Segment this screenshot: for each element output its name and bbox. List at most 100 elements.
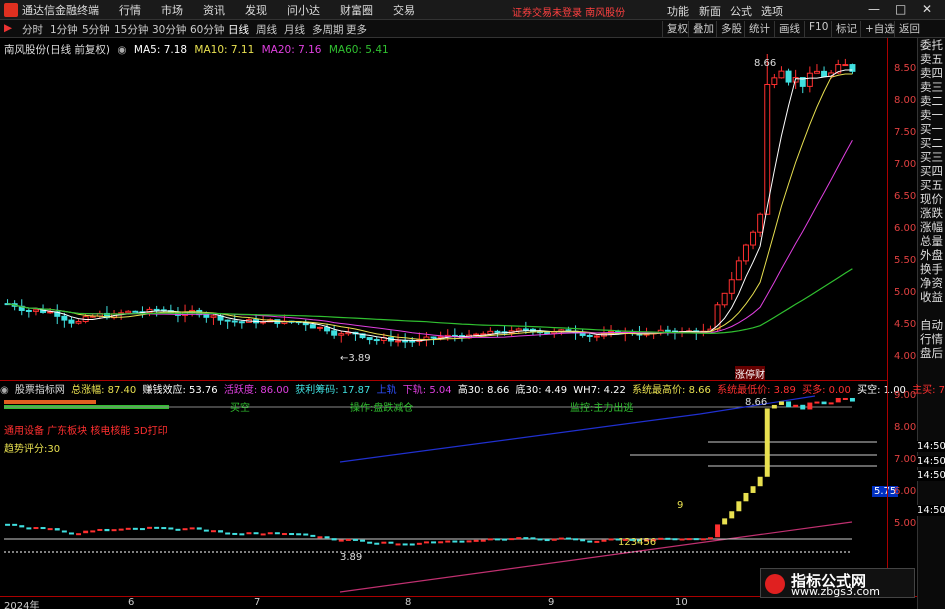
indicator-bar	[736, 501, 742, 512]
indicator-bar	[466, 540, 472, 543]
indicator-bar	[502, 538, 508, 541]
tab-monthly[interactable]: 月线	[284, 22, 305, 37]
candle-body	[231, 320, 238, 323]
side-tab[interactable]: 涨跌	[918, 206, 945, 220]
side-tab[interactable]: 卖三	[918, 80, 945, 94]
indicator-bar	[239, 533, 245, 536]
indicator-bar	[139, 528, 145, 531]
indicator-bar	[19, 525, 25, 528]
indicator-bar	[665, 537, 671, 540]
side-tab[interactable]: 净资	[918, 276, 945, 290]
tab-fenshi[interactable]: 分时	[22, 22, 43, 37]
arrow-left-icon[interactable]: ▶	[4, 22, 12, 34]
maximize-icon[interactable]: □	[895, 2, 906, 16]
indicator-bar	[523, 537, 529, 540]
indicator-bar	[530, 537, 536, 540]
side-tab[interactable]: 自动	[918, 318, 945, 332]
duogu-button[interactable]: 多股	[716, 21, 742, 37]
indicator-bar	[715, 524, 721, 538]
menu-gongneng[interactable]: 功能	[667, 3, 689, 19]
tab-60min[interactable]: 60分钟	[190, 22, 224, 37]
fuquan-button[interactable]: 复权	[662, 21, 688, 37]
indicator-bar	[565, 537, 571, 540]
indicator-bar	[700, 538, 706, 541]
menu-item-zixun[interactable]: 资讯	[203, 2, 225, 18]
add-watchlist-button[interactable]: +自选	[860, 21, 895, 37]
indicator-bar	[487, 538, 493, 541]
indicator-bar	[608, 538, 614, 541]
tab-daily[interactable]: 日线	[228, 22, 249, 37]
indicator-bar	[509, 538, 515, 541]
back-button[interactable]: 返回	[894, 21, 920, 37]
side-tab[interactable]: 买三	[918, 150, 945, 164]
biaoji-button[interactable]: 标记	[831, 21, 857, 37]
menu-item-jiaoyi[interactable]: 交易	[393, 2, 415, 18]
indicator-bar	[786, 401, 792, 408]
side-tab[interactable]: 卖一	[918, 108, 945, 122]
diejia-button[interactable]: 叠加	[688, 21, 714, 37]
price-axis: 8.50 8.00 7.50 7.00 6.50 6.00 5.50 5.00 …	[887, 38, 917, 380]
side-tab[interactable]: 买一	[918, 122, 945, 136]
menu-xinmian[interactable]: 新面	[699, 3, 721, 19]
tab-1min[interactable]: 1分钟	[50, 22, 78, 37]
candle-body	[132, 310, 139, 313]
kline-chart[interactable]	[0, 38, 887, 380]
side-tab[interactable]: 买五	[918, 178, 945, 192]
date-label: 6	[128, 597, 135, 608]
indicator-bar	[161, 527, 167, 530]
ind-tick: 7.00	[894, 454, 917, 465]
candle-body	[373, 339, 380, 342]
menu-item-wenxiaoda[interactable]: 问小达	[287, 2, 320, 18]
side-tab[interactable]: 卖五	[918, 52, 945, 66]
menu-xuanxiang[interactable]: 选项	[761, 3, 783, 19]
ma20-line	[7, 139, 853, 339]
indicator-bar	[445, 540, 451, 543]
indicator-header: ◉ 股票指标网 总涨幅: 87.40 赚钱效应: 53.76 活跃度: 86.0…	[0, 380, 945, 396]
candle-body	[742, 244, 749, 262]
huaxian-button[interactable]: 画线	[774, 21, 800, 37]
close-icon[interactable]: ✕	[922, 2, 932, 16]
side-tab[interactable]: 买四	[918, 164, 945, 178]
indicator-bar	[423, 541, 429, 544]
indicator-bar	[516, 537, 522, 540]
minimize-icon[interactable]: —	[868, 2, 880, 16]
side-tab[interactable]: 卖四	[918, 66, 945, 80]
login-warning[interactable]: 证券交易未登录 南风股份	[512, 4, 625, 19]
side-tab[interactable]: 买二	[918, 136, 945, 150]
side-tab[interactable]: 卖二	[918, 94, 945, 108]
candle-body	[68, 319, 75, 324]
tab-15min[interactable]: 15分钟	[114, 22, 148, 37]
tongji-button[interactable]: 统计	[744, 21, 770, 37]
ind-tick: 8.00	[894, 422, 917, 433]
side-tab[interactable]: 行情	[918, 332, 945, 346]
side-tab[interactable]: 总量	[918, 234, 945, 248]
menu-item-hangqing[interactable]: 行情	[119, 2, 141, 18]
f10-button[interactable]: F10	[804, 21, 828, 37]
menu-gongshi[interactable]: 公式	[730, 3, 752, 19]
candle-body	[593, 335, 600, 338]
candle-body	[366, 337, 373, 341]
side-tab[interactable]: 现价	[918, 192, 945, 206]
menu-item-caifuquan[interactable]: 财富圈	[340, 2, 373, 18]
quote-side-panel: 委托 卖五 卖四 卖三 卖二 卖一 买一 买二 买三 买四 买五 现价 涨跌 涨幅 总量 外盘 换手 净资 收益自动…	[917, 38, 945, 609]
menu-item-faxian[interactable]: 发现	[245, 2, 267, 18]
indicator-bar	[125, 527, 131, 530]
side-tab[interactable]: 收益	[918, 290, 945, 304]
indicator-bar	[778, 401, 784, 405]
side-tab[interactable]: 涨幅	[918, 220, 945, 234]
side-tab[interactable]: 委托	[918, 38, 945, 52]
menu-item-shichang[interactable]: 市场	[161, 2, 183, 18]
tab-30min[interactable]: 30分钟	[152, 22, 186, 37]
side-tab[interactable]: 外盘	[918, 248, 945, 262]
tab-5min[interactable]: 5分钟	[82, 22, 110, 37]
tab-multi-period[interactable]: 多周期	[312, 22, 344, 37]
date-label: 10	[675, 597, 688, 608]
tab-weekly[interactable]: 周线	[256, 22, 277, 37]
tab-more[interactable]: 更多	[346, 22, 367, 37]
indicator-bar	[61, 530, 67, 533]
indicator-bar	[828, 402, 834, 405]
zhangting-badge[interactable]: 涨停财	[735, 366, 765, 381]
side-tab[interactable]: 换手	[918, 262, 945, 276]
side-tab[interactable]: 盘后	[918, 346, 945, 360]
date-label: 2024年	[4, 601, 40, 609]
